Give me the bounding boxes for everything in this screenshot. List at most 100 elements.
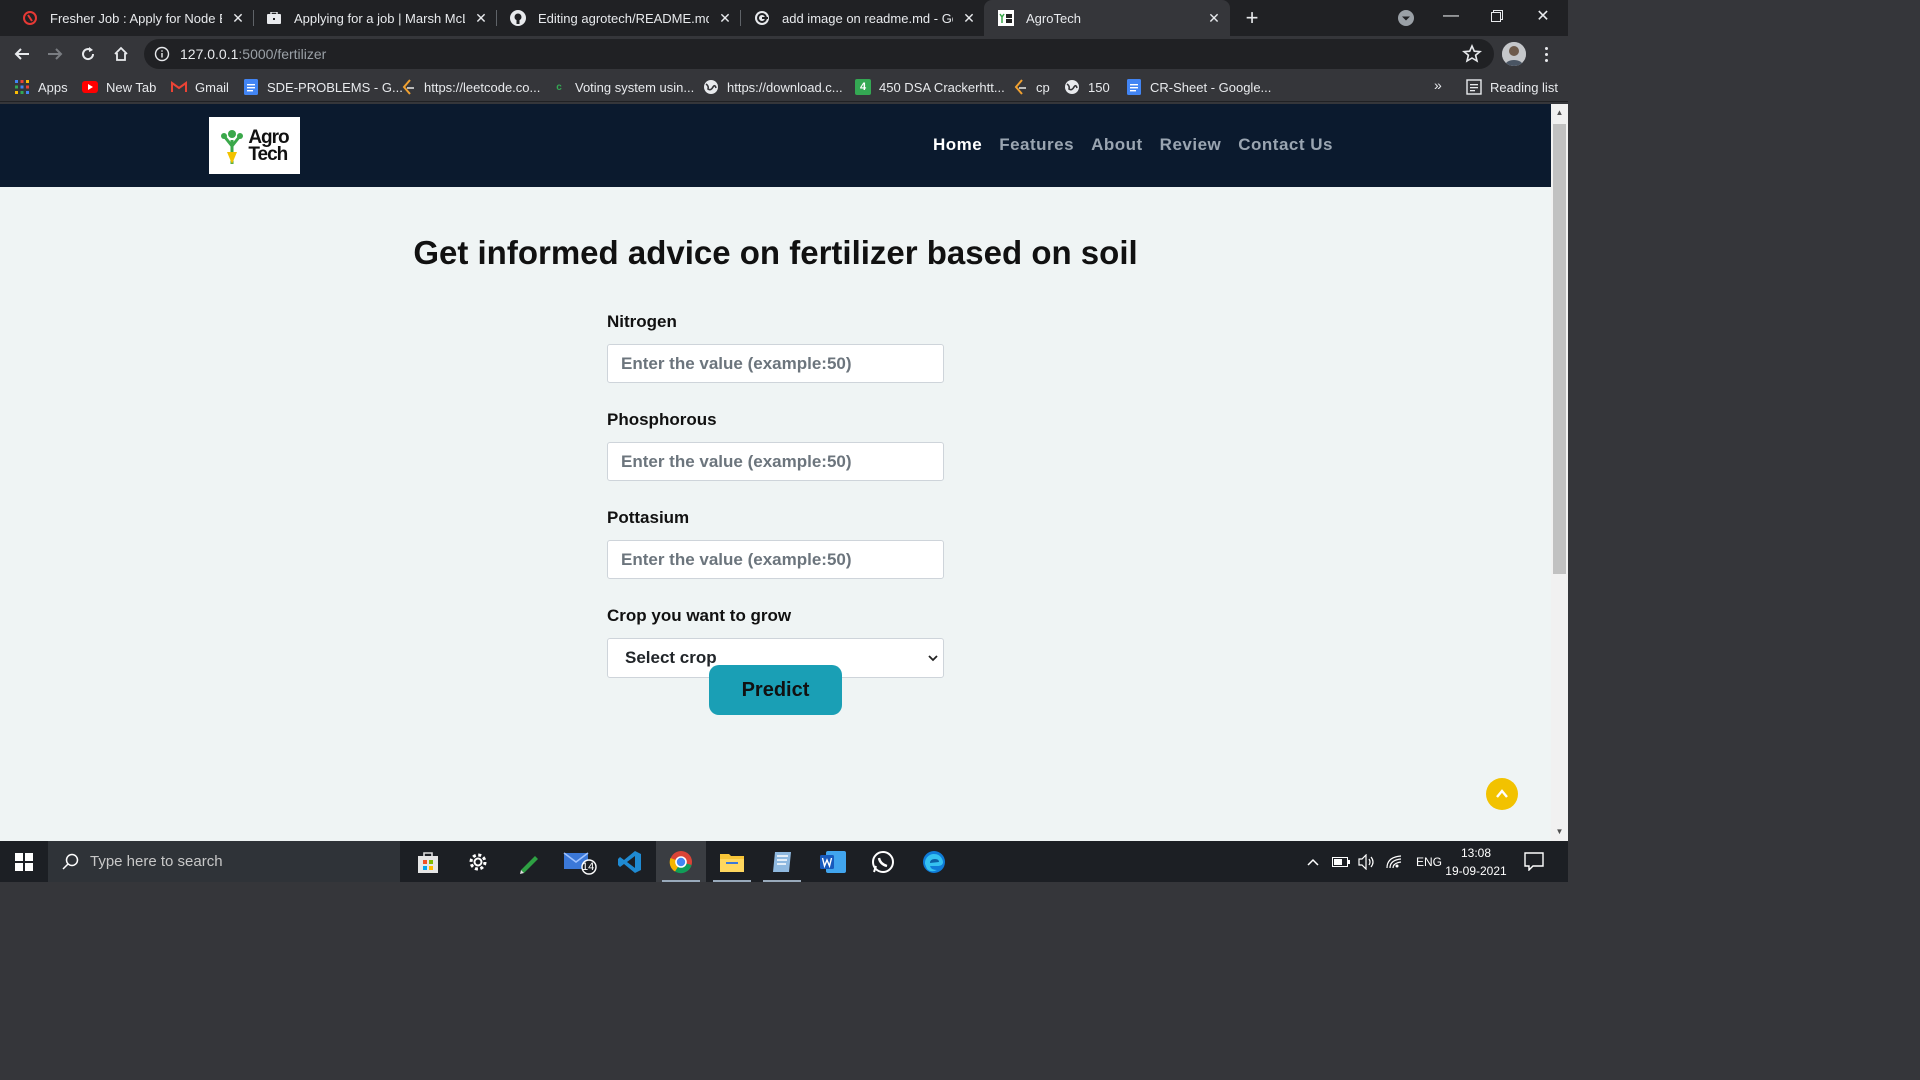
- notification-icon[interactable]: [1524, 851, 1544, 872]
- bookmark-450-dsa[interactable]: 4 450 DSA Crackerhtt...: [855, 77, 1005, 97]
- tab-title: Editing agrotech/README.md at: [538, 10, 709, 26]
- vscode-icon[interactable]: [605, 841, 655, 882]
- restore-icon: [1491, 10, 1503, 22]
- mail-icon[interactable]: 14: [555, 841, 605, 882]
- potassium-input[interactable]: Enter the value (example:50): [607, 540, 944, 579]
- browser-tab-2[interactable]: Applying for a job | Marsh McLen ✕: [252, 0, 497, 36]
- close-icon[interactable]: ✕: [715, 8, 735, 28]
- nav-link-about[interactable]: About: [1091, 135, 1143, 155]
- taskbar-search[interactable]: Type here to search: [48, 841, 400, 882]
- notepad-icon[interactable]: [757, 841, 807, 882]
- info-icon[interactable]: [154, 46, 170, 62]
- bookmark-label: SDE-PROBLEMS - G...: [267, 79, 403, 95]
- agrotech-favicon: [998, 10, 1014, 26]
- bookmark-label: CR-Sheet - Google...: [1150, 79, 1272, 95]
- tab-strip: Fresher Job : Apply for Node Eng ✕ Apply…: [0, 0, 1568, 36]
- url-host: 127.0.0.1: [180, 46, 239, 62]
- close-icon[interactable]: ✕: [959, 8, 979, 28]
- bookmark-sde-problems[interactable]: SDE-PROBLEMS - G...: [243, 77, 403, 97]
- system-tray: ENG: [1306, 841, 1442, 882]
- bookmark-leetcode[interactable]: https://leetcode.co...: [400, 77, 540, 97]
- word-icon[interactable]: [808, 841, 858, 882]
- scrollbar-thumb[interactable]: [1553, 124, 1566, 574]
- reload-button[interactable]: [74, 40, 102, 68]
- url-path: :5000/fertilizer: [238, 46, 327, 62]
- restore-button[interactable]: [1474, 0, 1520, 32]
- predict-button[interactable]: Predict: [709, 665, 842, 715]
- home-icon: [114, 46, 128, 61]
- bookmark-cr-sheet[interactable]: CR-Sheet - Google...: [1126, 77, 1271, 97]
- close-icon[interactable]: ✕: [1204, 8, 1224, 28]
- nitrogen-input[interactable]: Enter the value (example:50): [607, 344, 944, 383]
- profile-avatar[interactable]: [1502, 42, 1526, 66]
- settings-gear-icon[interactable]: [453, 841, 503, 882]
- phosphorous-input[interactable]: Enter the value (example:50): [607, 442, 944, 481]
- google-icon: [754, 10, 770, 26]
- start-button[interactable]: [0, 841, 48, 882]
- nav-link-home[interactable]: Home: [933, 135, 982, 155]
- nav-link-contact-us[interactable]: Contact Us: [1238, 135, 1333, 155]
- battery-icon[interactable]: [1332, 856, 1350, 867]
- bookmark-apps[interactable]: Apps: [14, 77, 68, 97]
- close-icon[interactable]: ✕: [471, 8, 491, 28]
- browser-tab-4[interactable]: add image on readme.md - Goog ✕: [740, 0, 985, 36]
- minimize-button[interactable]: —: [1428, 0, 1474, 32]
- more-bookmarks-button[interactable]: »: [1434, 77, 1442, 93]
- bookmark-label: Voting system usin...: [575, 79, 695, 95]
- briefcase-icon: [266, 10, 282, 26]
- clock-time: 13:08: [1460, 846, 1492, 860]
- bookmark-cp[interactable]: cp: [1012, 77, 1050, 97]
- close-window-button[interactable]: ✕: [1520, 0, 1566, 32]
- leetcode-icon: [400, 79, 416, 95]
- sticky-pen-icon[interactable]: [504, 841, 554, 882]
- home-button[interactable]: [107, 40, 135, 68]
- reading-list-icon: [1466, 79, 1482, 95]
- bookmark-gmail[interactable]: Gmail: [171, 77, 229, 97]
- page-viewport: Agro Tech Home Features About Review Con…: [0, 104, 1551, 841]
- forward-arrow-icon: [48, 48, 63, 60]
- edge-icon[interactable]: [909, 841, 959, 882]
- new-tab-button[interactable]: +: [1238, 4, 1266, 32]
- file-explorer-icon[interactable]: [707, 841, 757, 882]
- tab-search-icon[interactable]: [1396, 8, 1416, 28]
- scroll-down-arrow-icon[interactable]: ▼: [1555, 828, 1564, 836]
- bookmark-150[interactable]: 150: [1064, 77, 1110, 97]
- reading-list-button[interactable]: Reading list: [1466, 77, 1558, 97]
- forward-button[interactable]: [41, 40, 69, 68]
- bookmark-star-icon[interactable]: [1461, 44, 1483, 64]
- menu-icon[interactable]: [1536, 42, 1556, 66]
- volume-icon[interactable]: [1358, 853, 1376, 870]
- taskbar-clock[interactable]: 13:08 19-09-2021: [1436, 844, 1516, 880]
- address-bar[interactable]: 127.0.0.1:5000/fertilizer: [144, 39, 1494, 69]
- scroll-to-top-button[interactable]: [1486, 778, 1518, 810]
- browser-tab-active[interactable]: AgroTech ✕: [984, 0, 1230, 36]
- phosphorous-group: Phosphorous Enter the value (example:50): [607, 410, 944, 481]
- gmail-icon: [171, 79, 187, 95]
- bookmark-download[interactable]: https://download.c...: [703, 77, 843, 97]
- whatsapp-icon[interactable]: [858, 841, 908, 882]
- bookmark-label: Apps: [38, 79, 68, 95]
- page-scrollbar[interactable]: ▲ ▼: [1551, 104, 1568, 841]
- tab-title: Applying for a job | Marsh McLen: [294, 10, 465, 26]
- back-button[interactable]: [8, 40, 36, 68]
- nav-link-features[interactable]: Features: [999, 135, 1074, 155]
- scroll-up-arrow-icon[interactable]: ▲: [1555, 109, 1564, 117]
- browser-tab-3[interactable]: Editing agrotech/README.md at ✕: [496, 0, 741, 36]
- tab-title: Fresher Job : Apply for Node Eng: [50, 10, 222, 26]
- chrome-icon[interactable]: [656, 841, 706, 882]
- nav-link-review[interactable]: Review: [1160, 135, 1222, 155]
- chevron-up-icon[interactable]: [1306, 857, 1320, 867]
- bookmark-new-tab[interactable]: New Tab: [82, 77, 156, 97]
- bookmark-label: https://download.c...: [727, 79, 843, 95]
- github-icon: [510, 10, 526, 26]
- store-icon[interactable]: [403, 841, 453, 882]
- c-icon: c: [556, 81, 562, 93]
- browser-toolbar: 127.0.0.1:5000/fertilizer: [0, 36, 1568, 72]
- browser-tab-1[interactable]: Fresher Job : Apply for Node Eng ✕: [8, 0, 254, 36]
- fertilizer-form: Nitrogen Enter the value (example:50) Ph…: [607, 312, 944, 678]
- close-icon[interactable]: ✕: [228, 8, 248, 28]
- wifi-icon[interactable]: [1386, 854, 1402, 869]
- bookmark-voting-system[interactable]: c Voting system usin...: [551, 77, 694, 97]
- agrotech-logo[interactable]: Agro Tech: [209, 117, 300, 174]
- bookmark-label: Gmail: [195, 79, 229, 95]
